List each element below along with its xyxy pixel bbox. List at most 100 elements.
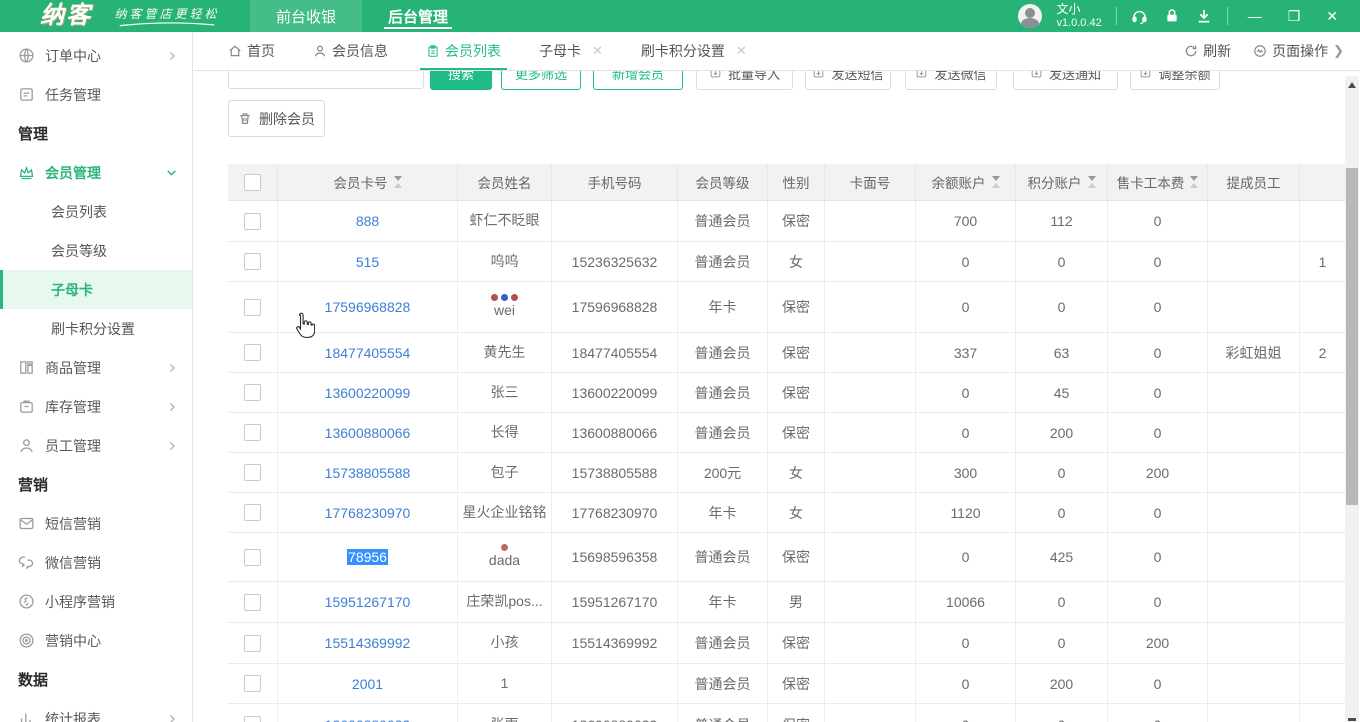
- vertical-scrollbar[interactable]: [1345, 76, 1359, 722]
- table-cell: 0: [1016, 582, 1108, 622]
- sidebar-item[interactable]: 员工管理: [0, 426, 192, 465]
- search-input[interactable]: [228, 71, 424, 89]
- sidebar-item[interactable]: 订单中心: [0, 36, 192, 75]
- close-tab-icon[interactable]: ✕: [736, 43, 747, 59]
- row-checkbox[interactable]: [244, 549, 261, 566]
- table-cell: [1300, 623, 1345, 663]
- member-name-cell: wei: [458, 282, 552, 332]
- column-header[interactable]: 余额账户: [916, 164, 1016, 200]
- tab-会员信息[interactable]: 会员信息: [313, 32, 388, 70]
- scroll-up-arrow-icon[interactable]: [1348, 82, 1356, 88]
- table-cell: [825, 453, 916, 492]
- member-card-link[interactable]: 15738805588: [325, 465, 411, 481]
- row-checkbox[interactable]: [244, 716, 261, 722]
- member-card-link[interactable]: 13600220099: [325, 385, 411, 401]
- tab-首页[interactable]: 首页: [228, 32, 275, 70]
- row-checkbox[interactable]: [244, 299, 261, 316]
- row-checkbox[interactable]: [244, 675, 261, 692]
- sort-icon[interactable]: [394, 176, 402, 188]
- sidebar-item[interactable]: 营销中心: [0, 621, 192, 660]
- toolbar-button-调整余额[interactable]: 调整余额: [1130, 71, 1220, 90]
- download-icon[interactable]: [1195, 7, 1213, 25]
- delete-member-button[interactable]: 删除会员: [228, 100, 325, 137]
- tab-子母卡[interactable]: 子母卡✕: [539, 32, 603, 70]
- scroll-down-arrow-icon[interactable]: [1348, 718, 1356, 721]
- sidebar-subitem[interactable]: 会员等级: [0, 231, 192, 270]
- table-cell: 彩虹姐姐: [1208, 333, 1300, 372]
- customer-service-icon[interactable]: [1131, 7, 1149, 25]
- row-checkbox[interactable]: [244, 384, 261, 401]
- member-card-link[interactable]: 2001: [352, 676, 383, 692]
- row-checkbox[interactable]: [244, 424, 261, 441]
- member-card-link[interactable]: 78956: [347, 549, 388, 565]
- table-cell: [825, 282, 916, 332]
- table-cell: 保密: [768, 333, 825, 372]
- table-cell: 1120: [916, 493, 1016, 532]
- member-card-link[interactable]: 15951267170: [325, 594, 411, 610]
- table-cell: 0: [1016, 493, 1108, 532]
- column-header[interactable]: 积分账户: [1016, 164, 1108, 200]
- row-checkbox[interactable]: [244, 504, 261, 521]
- select-all-checkbox[interactable]: [244, 174, 261, 191]
- page-operations-button[interactable]: 页面操作 ❯: [1253, 41, 1344, 61]
- chevron-down-icon: [165, 166, 178, 179]
- member-card-link[interactable]: 13600880066: [325, 425, 411, 441]
- member-card-link[interactable]: 15514369992: [325, 635, 411, 651]
- row-checkbox[interactable]: [244, 344, 261, 361]
- sidebar-subitem[interactable]: 会员列表: [0, 192, 192, 231]
- column-header[interactable]: 售卡工本费: [1108, 164, 1208, 200]
- table-cell: [1300, 373, 1345, 412]
- toolbar-button-更多筛选[interactable]: 更多筛选: [501, 71, 581, 90]
- toolbar-button-新增会员[interactable]: 新增会员: [593, 71, 683, 90]
- chevron-right-icon: [166, 440, 178, 452]
- sort-icon[interactable]: [1088, 176, 1096, 188]
- sort-icon[interactable]: [992, 176, 1000, 188]
- table-cell: [825, 493, 916, 532]
- sidebar-item[interactable]: 统计报表: [0, 699, 192, 722]
- toolbar-button-批量导入[interactable]: 批量导入: [696, 71, 793, 90]
- column-header[interactable]: 会员卡号: [278, 164, 458, 200]
- toolbar-button-发送短信[interactable]: 发送短信: [805, 71, 891, 90]
- sidebar-item[interactable]: 会员管理: [0, 153, 192, 192]
- row-checkbox[interactable]: [244, 635, 261, 652]
- tab-刷卡积分设置[interactable]: 刷卡积分设置✕: [641, 32, 747, 70]
- sidebar-item[interactable]: 库存管理: [0, 387, 192, 426]
- member-card-link[interactable]: 888: [356, 213, 379, 229]
- sidebar-item[interactable]: 商品管理: [0, 348, 192, 387]
- sidebar-subitem[interactable]: 子母卡: [0, 270, 192, 309]
- member-card-link[interactable]: 17596968828: [325, 299, 411, 315]
- sidebar-item[interactable]: 小程序营销: [0, 582, 192, 621]
- row-checkbox[interactable]: [244, 213, 261, 230]
- row-checkbox[interactable]: [244, 253, 261, 270]
- minimize-button[interactable]: —: [1248, 8, 1262, 24]
- member-card-link[interactable]: 18477405554: [325, 345, 411, 361]
- lock-icon[interactable]: [1163, 7, 1181, 25]
- member-card-link[interactable]: 17768230970: [325, 505, 411, 521]
- table-cell: 保密: [768, 704, 825, 722]
- member-card-link[interactable]: 515: [356, 254, 379, 270]
- table-cell: 普通会员: [678, 704, 768, 722]
- close-button[interactable]: ✕: [1326, 8, 1338, 25]
- toolbar-button-发送微信[interactable]: 发送微信: [905, 71, 997, 90]
- toolbar-button-发送通知[interactable]: 发送通知: [1013, 71, 1118, 90]
- row-checkbox[interactable]: [244, 464, 261, 481]
- table-cell: 0: [916, 533, 1016, 581]
- toolbar-button-搜索[interactable]: 搜索: [430, 71, 492, 90]
- sidebar-item[interactable]: 微信营销: [0, 543, 192, 582]
- sidebar-item[interactable]: 任务管理: [0, 75, 192, 114]
- tab-会员列表[interactable]: 会员列表: [426, 32, 501, 70]
- sort-icon[interactable]: [1190, 176, 1198, 188]
- table-cell: 保密: [768, 373, 825, 412]
- sidebar-subitem[interactable]: 刷卡积分设置: [0, 309, 192, 348]
- sidebar-item[interactable]: 短信营销: [0, 504, 192, 543]
- row-checkbox[interactable]: [244, 594, 261, 611]
- refresh-button[interactable]: 刷新: [1184, 41, 1231, 61]
- user-avatar[interactable]: [1018, 4, 1042, 28]
- member-name-cell: 黄先生: [458, 333, 552, 372]
- maximize-button[interactable]: ❒: [1288, 8, 1301, 25]
- nav-back-admin[interactable]: 后台管理: [362, 0, 474, 32]
- nav-front-cashier[interactable]: 前台收银: [250, 0, 362, 32]
- scrollbar-thumb[interactable]: [1346, 168, 1358, 505]
- close-tab-icon[interactable]: ✕: [592, 43, 603, 59]
- member-card-link[interactable]: 13600880033: [325, 717, 411, 722]
